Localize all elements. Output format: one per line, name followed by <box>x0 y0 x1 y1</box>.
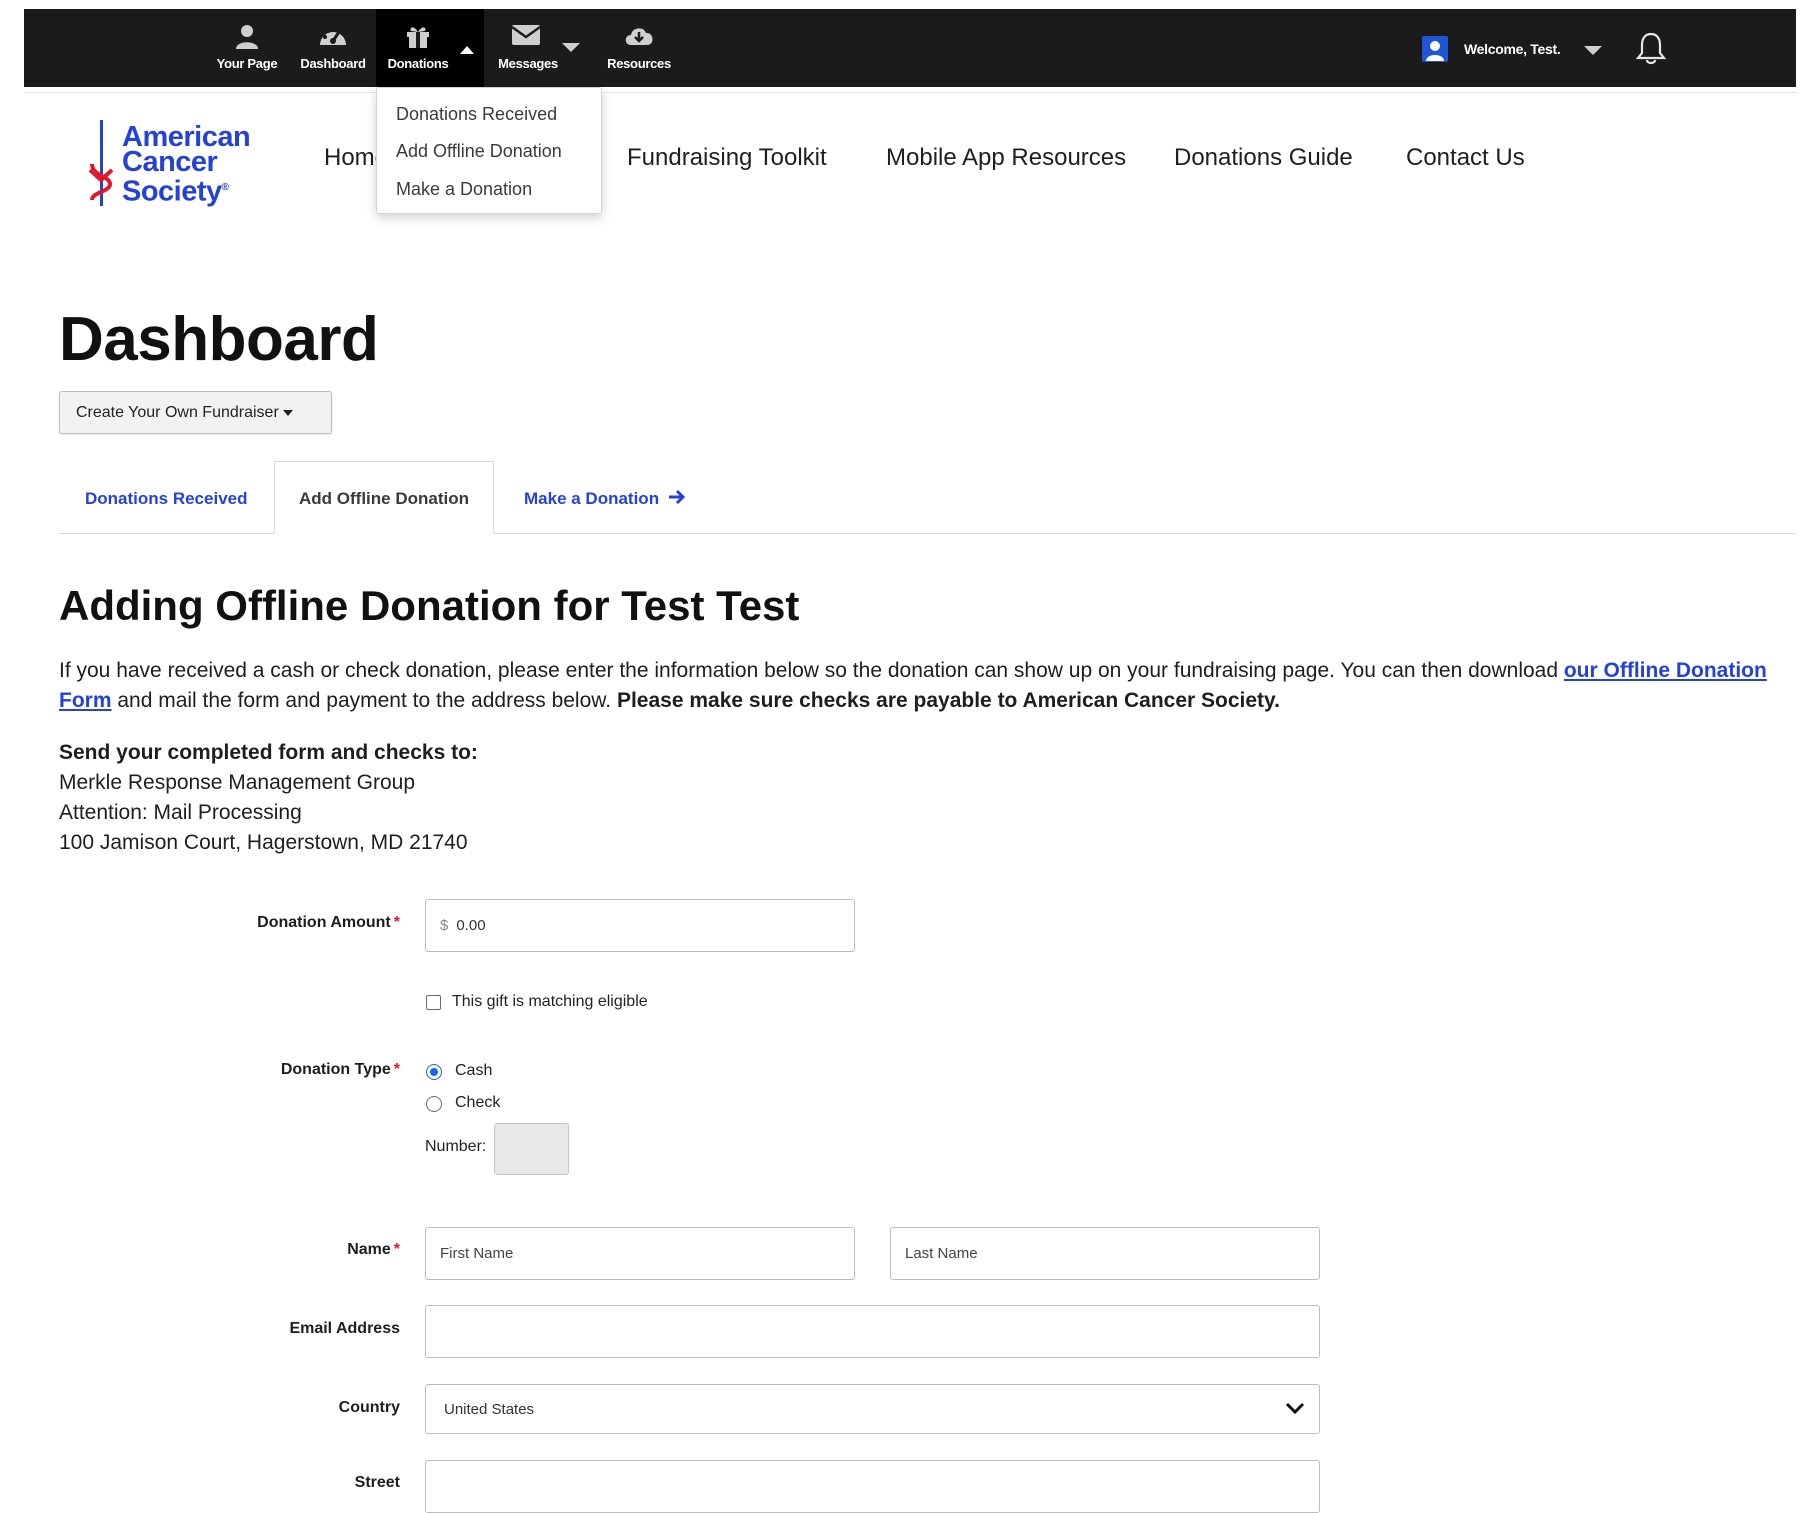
menu-item-add-offline-donation[interactable]: Add Offline Donation <box>396 141 562 162</box>
address-line-3: 100 Jamison Court, Hagerstown, MD 21740 <box>59 831 468 854</box>
logo-line-society: Society <box>122 175 222 208</box>
chevron-down-icon <box>1285 1402 1305 1420</box>
bell-icon[interactable] <box>1635 31 1667 70</box>
tab-add-offline-donation[interactable]: Add Offline Donation <box>274 461 494 534</box>
country-select[interactable]: United States <box>425 1384 1320 1434</box>
create-fundraiser-label: Create Your Own Fundraiser <box>76 404 279 421</box>
topbar-your-page[interactable]: Your Page <box>207 9 287 87</box>
intro-text: If you have received a cash or check don… <box>59 659 1564 682</box>
address-line-1: Merkle Response Management Group <box>59 771 416 794</box>
account-menu[interactable]: Welcome, Test. <box>1422 33 1612 65</box>
first-name-placeholder: First Name <box>440 1245 514 1262</box>
acs-logo[interactable]: American Cancer Society® <box>88 118 268 210</box>
first-name-input[interactable]: First Name <box>425 1227 855 1280</box>
donation-amount-value: 0.00 <box>456 917 486 934</box>
nav-donations-guide[interactable]: Donations Guide <box>1174 144 1353 172</box>
intro-bold-note: Please make sure checks are payable to A… <box>616 689 1280 712</box>
radio-cash[interactable] <box>426 1064 442 1080</box>
tab-donations-received[interactable]: Donations Received <box>60 461 273 534</box>
sword-logo-icon <box>88 120 114 213</box>
chevron-down-icon <box>562 43 580 52</box>
matching-eligible-checkbox[interactable] <box>426 995 441 1010</box>
caret-down-icon <box>282 409 293 416</box>
country-label: Country <box>338 1399 400 1416</box>
welcome-text: Welcome, Test. <box>1464 41 1561 57</box>
nav-contact-us[interactable]: Contact Us <box>1406 144 1525 172</box>
page-title: Dashboard <box>59 305 379 374</box>
check-number-label: Number: <box>425 1138 487 1155</box>
currency-symbol: $ <box>440 917 449 934</box>
registered-mark: ® <box>221 182 229 193</box>
radio-check[interactable] <box>426 1096 442 1112</box>
topbar-dashboard[interactable]: Dashboard <box>290 9 376 87</box>
topbar-donations[interactable]: Donations <box>376 9 484 87</box>
logo-line-cancer: Cancer <box>122 146 218 178</box>
email-input[interactable] <box>425 1305 1320 1358</box>
cloud-download-icon <box>623 23 655 50</box>
email-label: Email Address <box>289 1320 400 1337</box>
top-utility-bar: Your Page Dashboard Donations Messages R… <box>24 9 1796 87</box>
street-label: Street <box>354 1474 400 1491</box>
nav-mobile-app-resources[interactable]: Mobile App Resources <box>886 144 1126 172</box>
caret-up-icon <box>460 46 474 54</box>
nav-fundraising-toolkit[interactable]: Fundraising Toolkit <box>627 144 827 172</box>
intro-text-2: and mail the form and payment to the add… <box>111 689 617 712</box>
header-divider <box>24 92 1796 93</box>
last-name-input[interactable]: Last Name <box>890 1227 1320 1280</box>
country-value: United States <box>444 1400 535 1418</box>
avatar-icon <box>1422 36 1448 67</box>
gift-icon <box>405 23 431 52</box>
donations-dropdown-menu: Donations Received Add Offline Donation … <box>376 87 602 214</box>
address-heading: Send your completed form and checks to: <box>59 741 478 764</box>
mailing-address: Send your completed form and checks to: … <box>59 738 478 858</box>
topbar-resources[interactable]: Resources <box>594 9 684 87</box>
check-number-input[interactable] <box>494 1123 569 1175</box>
donation-type-label: Donation Type * <box>280 1061 400 1078</box>
user-icon <box>234 23 260 52</box>
menu-item-make-a-donation[interactable]: Make a Donation <box>396 179 532 200</box>
menu-item-donations-received[interactable]: Donations Received <box>396 104 557 125</box>
name-label: Name * <box>347 1241 400 1258</box>
create-fundraiser-button[interactable]: Create Your Own Fundraiser <box>59 391 332 434</box>
radio-check-label: Check <box>455 1094 501 1111</box>
last-name-placeholder: Last Name <box>905 1245 978 1262</box>
tab-make-a-donation-label: Make a Donation <box>524 489 660 508</box>
radio-cash-label: Cash <box>455 1062 493 1079</box>
tab-make-a-donation[interactable]: Make a Donation <box>499 461 711 534</box>
chevron-down-icon <box>1584 46 1602 55</box>
street-input[interactable] <box>425 1460 1320 1513</box>
dashboard-icon <box>318 23 348 52</box>
intro-paragraph: If you have received a cash or check don… <box>59 656 1789 716</box>
arrow-right-icon <box>668 463 686 536</box>
donation-amount-input[interactable]: $ 0.00 <box>425 899 855 952</box>
address-line-2: Attention: Mail Processing <box>59 801 302 824</box>
matching-eligible-label: This gift is matching eligible <box>452 993 648 1010</box>
envelope-icon <box>511 23 541 50</box>
section-title: Adding Offline Donation for Test Test <box>59 582 800 629</box>
donation-amount-label: Donation Amount * <box>257 914 400 931</box>
topbar-messages[interactable]: Messages <box>488 9 598 87</box>
